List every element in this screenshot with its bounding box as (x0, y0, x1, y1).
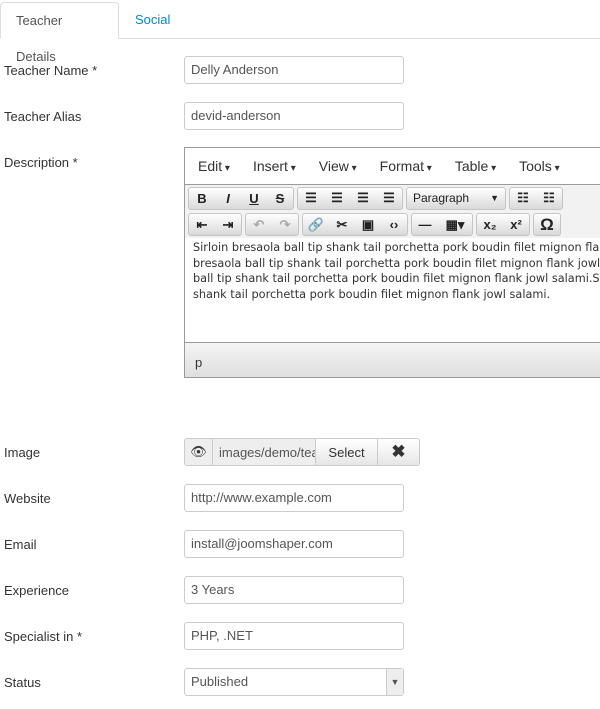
format-select[interactable]: Paragraph ▼ (407, 188, 505, 209)
format-select-value: Paragraph (413, 191, 470, 205)
align-justify-icon[interactable]: ☰ (376, 188, 402, 209)
undo-icon[interactable]: ↶ (246, 214, 272, 235)
special-character-icon[interactable]: Ω (534, 214, 560, 235)
table-icon[interactable]: ▦▾ (438, 214, 472, 235)
experience-label: Experience (4, 583, 70, 598)
align-center-icon[interactable]: ☰ (324, 188, 350, 209)
horizontal-rule-icon[interactable]: — (412, 214, 438, 235)
status-label: Status (4, 675, 41, 690)
eye-icon[interactable]: 👁 (185, 439, 213, 465)
superscript-icon[interactable]: x² (503, 214, 529, 235)
align-left-icon[interactable]: ☰ (298, 188, 324, 209)
teacher-name-label: Teacher Name * (4, 63, 98, 78)
toolbar-row-2: ⇤ ⇥ ↶ ↷ 🔗 ✂ ▣ ‹› — ▦▾ x₂ x² Ω (185, 211, 600, 238)
subscript-icon[interactable]: x₂ (477, 214, 503, 235)
email-label: Email (4, 537, 37, 552)
code-icon[interactable]: ‹› (381, 214, 407, 235)
underline-icon[interactable]: U (241, 188, 267, 209)
status-select[interactable]: Published ▼ (184, 668, 404, 696)
teacher-alias-input[interactable]: devid-anderson (184, 102, 404, 130)
close-icon[interactable]: ✖ (377, 439, 419, 465)
link-icon[interactable]: 🔗 (303, 214, 329, 235)
outdent-icon[interactable]: ⇤ (189, 214, 215, 235)
description-editor: Edit Insert View Format Table Tools B I … (184, 147, 600, 378)
redo-icon[interactable]: ↷ (272, 214, 298, 235)
indent-icon[interactable]: ⇥ (215, 214, 241, 235)
chevron-down-icon: ▼ (490, 193, 499, 203)
image-media-field: 👁 images/demo/teachers Select ✖ (184, 438, 420, 466)
menu-insert[interactable]: Insert (253, 158, 296, 174)
toolbar-row-1: B I U S ☰ ☰ ☰ ☰ Paragraph ▼ ☷ ☷ (185, 184, 600, 211)
menu-format[interactable]: Format (380, 158, 432, 174)
bullet-list-icon[interactable]: ☷ (510, 188, 536, 209)
specialist-input[interactable]: PHP, .NET (184, 622, 404, 650)
teacher-alias-label: Teacher Alias (4, 109, 82, 124)
tab-teacher-details[interactable]: Teacher Details (0, 2, 119, 64)
numbered-list-icon[interactable]: ☷ (536, 188, 562, 209)
image-select-button[interactable]: Select (315, 439, 377, 465)
menu-edit[interactable]: Edit (198, 158, 230, 174)
menu-table[interactable]: Table (455, 158, 496, 174)
description-label: Description * (4, 155, 78, 170)
email-input[interactable]: install@joomshaper.com (184, 530, 404, 558)
image-path-input[interactable]: images/demo/teachers (213, 439, 315, 465)
bold-icon[interactable]: B (189, 188, 215, 209)
image-icon[interactable]: ▣ (355, 214, 381, 235)
strikethrough-icon[interactable]: S (267, 188, 293, 209)
editor-menubar: Edit Insert View Format Table Tools (185, 148, 600, 184)
menu-tools[interactable]: Tools (519, 158, 560, 174)
unlink-icon[interactable]: ✂ (329, 214, 355, 235)
tab-bar: Teacher Details Social (0, 0, 600, 64)
italic-icon[interactable]: I (215, 188, 241, 209)
website-label: Website (4, 491, 51, 506)
experience-input[interactable]: 3 Years (184, 576, 404, 604)
specialist-label: Specialist in * (4, 629, 83, 644)
chevron-down-icon[interactable]: ▼ (386, 669, 403, 695)
image-label: Image (4, 445, 41, 460)
status-select-value: Published (191, 674, 249, 689)
teacher-name-input[interactable]: Delly Anderson (184, 56, 404, 84)
align-right-icon[interactable]: ☰ (350, 188, 376, 209)
editor-content[interactable]: Sirloin bresaola ball tip shank tail por… (193, 240, 600, 302)
menu-view[interactable]: View (319, 158, 357, 174)
editor-path: p (185, 342, 600, 377)
tab-social[interactable]: Social (120, 2, 185, 39)
website-input[interactable]: http://www.example.com (184, 484, 404, 512)
